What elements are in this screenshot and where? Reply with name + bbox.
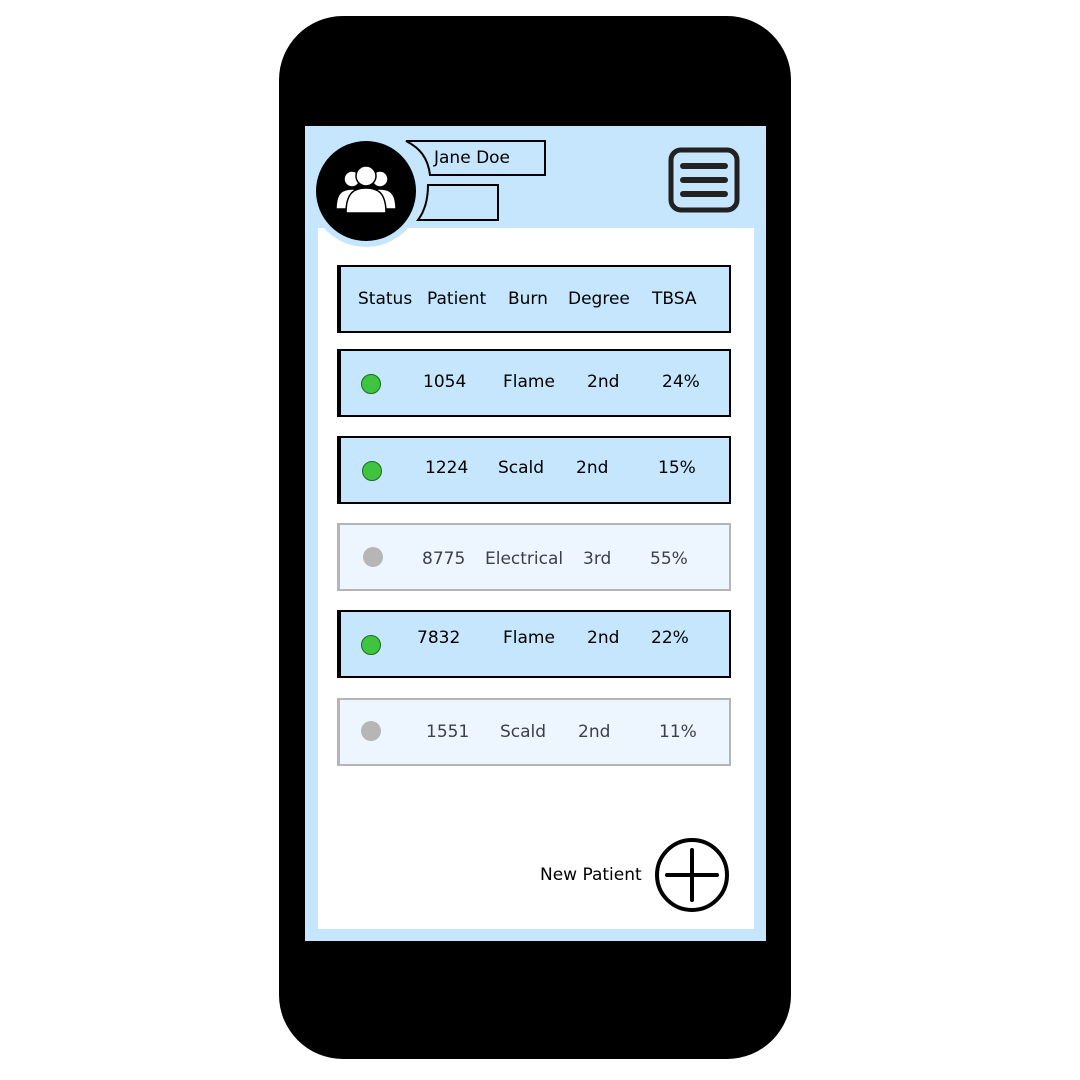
row-tbsa: 11% xyxy=(659,722,697,742)
row-degree: 2nd xyxy=(578,722,611,742)
status-indicator-inactive xyxy=(363,547,383,567)
menu-button[interactable] xyxy=(668,147,740,213)
row-burn: Electrical xyxy=(485,549,564,569)
row-burn: Scald xyxy=(500,722,547,742)
header-burn: Burn xyxy=(508,289,548,309)
row-degree: 2nd xyxy=(587,372,620,392)
user-name-tag: Jane Doe xyxy=(404,140,546,176)
status-indicator-active xyxy=(361,374,381,394)
row-tbsa: 22% xyxy=(651,628,689,648)
row-patient: 1054 xyxy=(423,372,467,392)
row-burn: Flame xyxy=(503,372,555,392)
row-burn: Scald xyxy=(498,458,545,478)
new-patient-label[interactable]: New Patient xyxy=(540,865,642,885)
table-row[interactable]: 7832 Flame 2nd 22% xyxy=(337,610,731,678)
status-indicator-active xyxy=(361,635,381,655)
row-tbsa: 55% xyxy=(650,549,688,569)
table-row[interactable]: 8775 Electrical 3rd 55% xyxy=(337,523,731,591)
header-status: Status xyxy=(358,289,413,309)
table-row[interactable]: 1551 Scald 2nd 11% xyxy=(337,698,731,766)
table-header: Status Patient Burn Degree TBSA xyxy=(337,265,731,333)
status-indicator-inactive xyxy=(361,721,381,741)
row-degree: 2nd xyxy=(587,628,620,648)
row-tbsa: 15% xyxy=(658,458,696,478)
row-patient: 1551 xyxy=(426,722,470,742)
user-name: Jane Doe xyxy=(434,148,511,168)
row-patient: 7832 xyxy=(417,628,461,648)
plus-circle-icon xyxy=(655,838,729,912)
header-tbsa: TBSA xyxy=(652,289,697,309)
row-degree: 2nd xyxy=(576,458,609,478)
header-degree: Degree xyxy=(568,289,630,309)
row-tbsa: 24% xyxy=(662,372,700,392)
status-indicator-active xyxy=(362,461,382,481)
table-row[interactable]: 1054 Flame 2nd 24% xyxy=(337,349,731,417)
row-burn: Flame xyxy=(503,628,555,648)
row-patient: 1224 xyxy=(425,458,469,478)
row-degree: 3rd xyxy=(583,549,612,569)
user-group-icon xyxy=(335,165,397,213)
hamburger-menu-icon xyxy=(668,147,740,213)
user-sub-tag xyxy=(416,184,500,222)
table-row[interactable]: 1224 Scald 2nd 15% xyxy=(337,436,731,504)
new-patient-button[interactable] xyxy=(653,836,731,914)
header-patient: Patient xyxy=(427,289,487,309)
avatar-circle xyxy=(316,141,416,241)
row-patient: 8775 xyxy=(422,549,466,569)
